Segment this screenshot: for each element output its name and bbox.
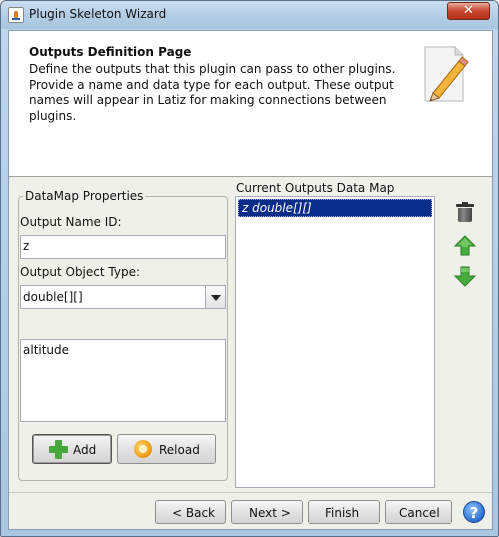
window-title: Plugin Skeleton Wizard (29, 7, 167, 21)
output-type-value: double[][] (23, 290, 83, 304)
output-name-label: Output Name ID: (20, 215, 122, 229)
cancel-button[interactable]: Cancel (385, 500, 452, 524)
reload-icon (134, 440, 152, 458)
add-button[interactable]: Add (32, 434, 112, 464)
wizard-window: Plugin Skeleton Wizard ✕ Outputs Definit… (0, 0, 499, 537)
page-title: Outputs Definition Page (29, 45, 192, 59)
back-button[interactable]: < Back (155, 500, 226, 524)
page-description: Define the outputs that this plugin can … (29, 62, 396, 123)
pencil-paper-icon (424, 46, 469, 102)
output-type-label: Output Object Type: (20, 265, 140, 279)
next-button[interactable]: Next > (231, 500, 303, 524)
help-icon[interactable]: ? (463, 501, 485, 523)
datamap-properties-legend: DataMap Properties (23, 189, 146, 203)
outputs-list[interactable]: z double[][] (235, 196, 435, 488)
arrow-down-icon[interactable] (453, 264, 477, 288)
next-button-label: Next > (249, 506, 291, 520)
plus-icon (49, 440, 68, 459)
wizard-header: Outputs Definition Page Define the outpu… (9, 31, 492, 177)
trash-icon[interactable] (456, 202, 474, 222)
cancel-button-label: Cancel (399, 506, 440, 520)
output-type-select[interactable]: double[][] (20, 285, 226, 309)
wizard-client-area: Outputs Definition Page Define the outpu… (8, 30, 493, 530)
list-item[interactable]: z double[][] (238, 199, 432, 217)
output-name-input[interactable]: z (20, 235, 226, 259)
java-app-icon (8, 7, 24, 23)
add-button-label: Add (73, 443, 97, 457)
finish-button-label: Finish (325, 506, 360, 520)
datamap-properties-group: DataMap Properties Output Name ID: z Out… (18, 189, 228, 481)
outputs-list-label: Current Outputs Data Map (236, 181, 395, 195)
chevron-down-icon[interactable] (205, 286, 225, 308)
back-button-label: < Back (172, 506, 216, 520)
title-bar[interactable]: Plugin Skeleton Wizard ✕ (1, 1, 498, 29)
finish-button[interactable]: Finish (308, 500, 380, 524)
reload-button-label: Reload (159, 443, 200, 457)
arrow-up-icon[interactable] (453, 234, 477, 258)
reload-button[interactable]: Reload (117, 434, 216, 464)
output-description-textarea[interactable]: altitude (20, 339, 226, 422)
footer-divider (9, 492, 492, 493)
close-button[interactable]: ✕ (447, 2, 490, 20)
